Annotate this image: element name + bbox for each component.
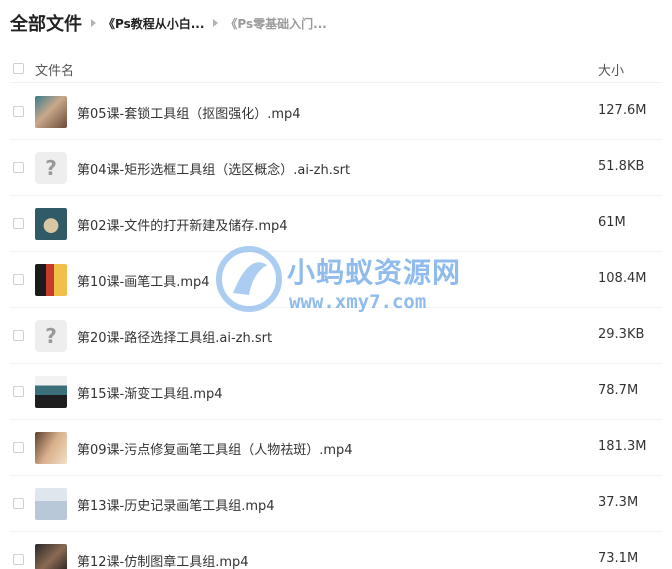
file-row[interactable]: 第02课-文件的打开新建及储存.mp4 61M (0, 196, 672, 252)
file-row[interactable]: 第13课-历史记录画笔工具组.mp4 37.3M (0, 476, 672, 532)
file-browser-page: 全部文件 《Ps教程从小白... 《Ps零基础入门... 文件名 大小 第05课… (0, 0, 672, 569)
file-list: 第05课-套锁工具组（抠图强化）.mp4 127.6M ? 第04课-矩形选框工… (0, 84, 672, 569)
file-name[interactable]: 第02课-文件的打开新建及储存.mp4 (77, 215, 288, 234)
file-size: 37.3M (598, 495, 639, 510)
file-size: 78.7M (598, 383, 639, 398)
file-size: 127.6M (598, 103, 647, 118)
row-checkbox[interactable] (13, 554, 24, 565)
row-checkbox[interactable] (13, 330, 24, 341)
file-row[interactable]: ? 第04课-矩形选框工具组（选区概念）.ai-zh.srt 51.8KB (0, 140, 672, 196)
breadcrumb-root-all-files[interactable]: 全部文件 (10, 10, 82, 36)
file-size: 61M (598, 215, 626, 230)
row-checkbox[interactable] (13, 498, 24, 509)
breadcrumb: 全部文件 《Ps教程从小白... 《Ps零基础入门... (10, 10, 327, 36)
breadcrumb-separator-icon (213, 19, 219, 27)
file-size: 73.1M (598, 551, 639, 566)
video-thumbnail-brush (35, 264, 67, 296)
breadcrumb-separator-icon (91, 19, 96, 27)
file-row[interactable]: ? 第20课-路径选择工具组.ai-zh.srt 29.3KB (0, 308, 672, 364)
file-size: 51.8KB (598, 159, 645, 174)
file-name[interactable]: 第20课-路径选择工具组.ai-zh.srt (77, 327, 272, 346)
file-row[interactable]: 第12课-仿制图章工具组.mp4 73.1M (0, 532, 672, 569)
file-size: 108.4M (598, 271, 647, 286)
file-row[interactable]: 第10课-画笔工具.mp4 108.4M (0, 252, 672, 308)
video-thumbnail-history (35, 488, 67, 520)
header-divider (10, 82, 662, 83)
file-row[interactable]: 第05课-套锁工具组（抠图强化）.mp4 127.6M (0, 84, 672, 140)
unknown-file-icon: ? (35, 152, 67, 184)
file-name[interactable]: 第15课-渐变工具组.mp4 (77, 383, 223, 402)
video-thumbnail-circle (35, 208, 67, 240)
file-row[interactable]: 第09课-污点修复画笔工具组（人物祛斑）.mp4 181.3M (0, 420, 672, 476)
file-name[interactable]: 第13课-历史记录画笔工具组.mp4 (77, 495, 275, 514)
video-thumbnail-portrait (35, 96, 67, 128)
video-thumbnail-clone (35, 544, 67, 569)
video-thumbnail-gradient (35, 376, 67, 408)
file-list-header: 文件名 大小 (0, 56, 672, 82)
breadcrumb-item[interactable]: 《Ps教程从小白... (103, 15, 204, 32)
file-name[interactable]: 第12课-仿制图章工具组.mp4 (77, 551, 249, 569)
row-checkbox[interactable] (13, 162, 24, 173)
file-name[interactable]: 第09课-污点修复画笔工具组（人物祛斑）.mp4 (77, 439, 353, 458)
row-checkbox[interactable] (13, 106, 24, 117)
row-checkbox[interactable] (13, 442, 24, 453)
file-row[interactable]: 第15课-渐变工具组.mp4 78.7M (0, 364, 672, 420)
video-thumbnail-face (35, 432, 67, 464)
row-checkbox[interactable] (13, 386, 24, 397)
file-size: 29.3KB (598, 327, 645, 342)
row-checkbox[interactable] (13, 274, 24, 285)
row-checkbox[interactable] (13, 218, 24, 229)
breadcrumb-item-current: 《Ps零基础入门... (225, 16, 327, 31)
column-header-size[interactable]: 大小 (598, 60, 624, 79)
file-name[interactable]: 第05课-套锁工具组（抠图强化）.mp4 (77, 103, 301, 122)
column-header-filename[interactable]: 文件名 (35, 60, 74, 79)
file-name[interactable]: 第04课-矩形选框工具组（选区概念）.ai-zh.srt (77, 159, 350, 178)
file-size: 181.3M (598, 439, 647, 454)
file-name[interactable]: 第10课-画笔工具.mp4 (77, 271, 210, 290)
select-all-checkbox[interactable] (13, 63, 24, 74)
unknown-file-icon: ? (35, 320, 67, 352)
